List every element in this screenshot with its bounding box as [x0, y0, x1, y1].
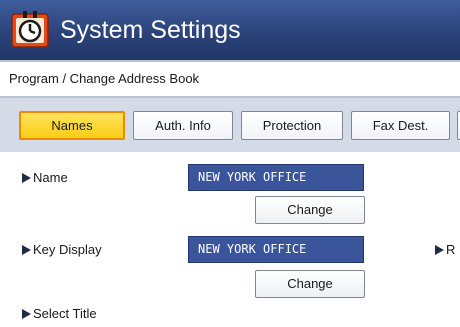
name-change-button[interactable]: Change	[255, 196, 365, 224]
tab-auth-info[interactable]: Auth. Info	[133, 111, 233, 140]
arrow-right-icon	[22, 244, 31, 255]
breadcrumb: Program / Change Address Book	[9, 71, 200, 86]
name-label: Name	[22, 170, 68, 185]
clock-settings-icon	[11, 11, 49, 49]
arrow-right-icon	[435, 244, 444, 255]
arrow-right-icon	[22, 308, 31, 319]
name-value-field: NEW YORK OFFICE	[188, 164, 364, 191]
title-bar: System Settings	[0, 0, 460, 60]
name-label-text: Name	[33, 170, 68, 185]
key-display-change-button[interactable]: Change	[255, 270, 365, 298]
window-title: System Settings	[60, 16, 241, 44]
key-display-value-field: NEW YORK OFFICE	[188, 236, 364, 263]
breadcrumb-bar: Program / Change Address Book	[0, 60, 460, 98]
select-title-label-text: Select Title	[33, 306, 97, 321]
tab-fax-dest[interactable]: Fax Dest.	[351, 111, 450, 140]
key-display-label-text: Key Display	[33, 242, 102, 257]
key-display-label: Key Display	[22, 242, 102, 257]
right-cutoff-label-text: R	[446, 242, 456, 257]
tab-bar: Names Auth. Info Protection Fax Dest.	[0, 98, 460, 152]
tab-names[interactable]: Names	[19, 111, 125, 140]
right-cutoff-label: R	[435, 242, 455, 257]
arrow-right-icon	[22, 172, 31, 183]
select-title-label: Select Title	[22, 306, 97, 321]
tab-protection[interactable]: Protection	[241, 111, 343, 140]
